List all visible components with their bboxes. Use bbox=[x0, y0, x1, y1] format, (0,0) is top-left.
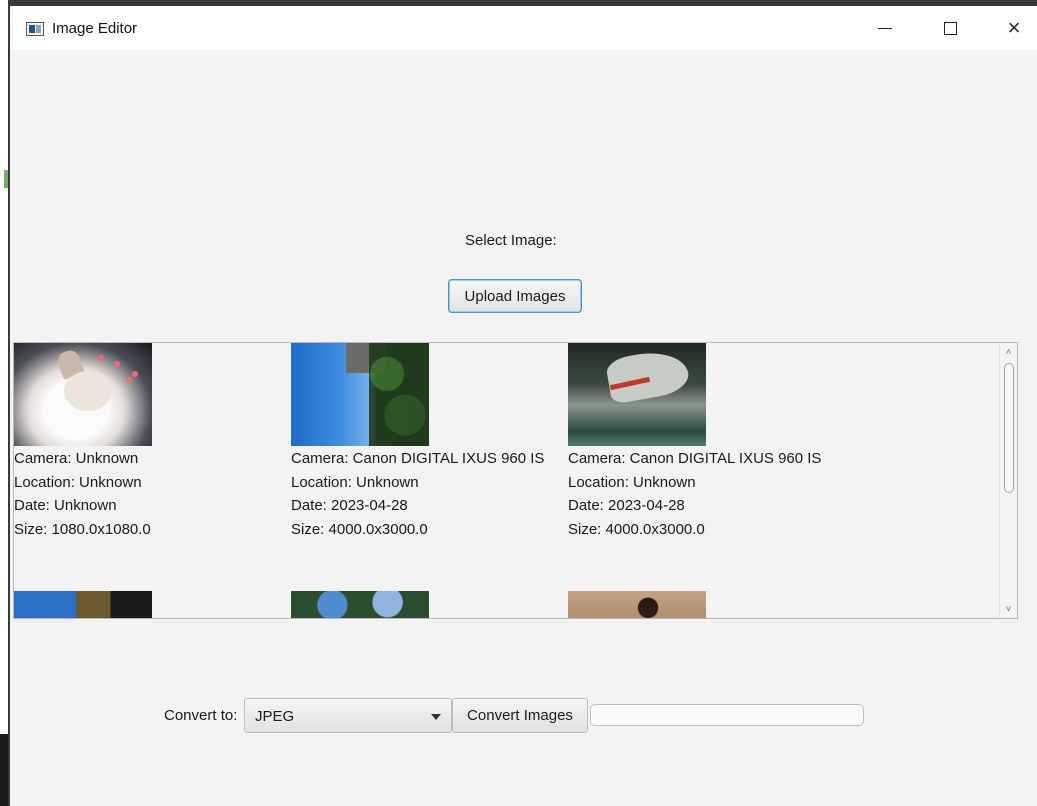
camera-text: Camera: Canon DIGITAL IXUS 960 IS bbox=[568, 450, 822, 467]
camera-text: Camera: Unknown bbox=[14, 450, 139, 467]
background-fragment bbox=[0, 734, 8, 806]
image-thumbnail-object[interactable] bbox=[568, 343, 706, 446]
minimize-icon bbox=[878, 27, 892, 29]
image-card[interactable]: Camera: Canon DIGITAL IXUS 960 IS Locati… bbox=[568, 343, 821, 541]
conversion-progress-bar bbox=[590, 704, 864, 726]
size-text: Size: 1080.0x1080.0 bbox=[14, 520, 151, 538]
app-icon bbox=[26, 22, 44, 36]
background-edge bbox=[0, 0, 10, 806]
image-metadata: Camera: Unknown Location: Unknown Date: … bbox=[14, 447, 152, 541]
upload-images-button[interactable]: Upload Images bbox=[448, 279, 582, 313]
dropdown-arrow-icon bbox=[431, 714, 441, 720]
format-dropdown[interactable]: JPEG bbox=[244, 698, 452, 733]
select-image-label: Select Image: bbox=[465, 232, 557, 249]
image-thumbnail-cat[interactable] bbox=[14, 343, 152, 446]
image-metadata: Camera: Canon DIGITAL IXUS 960 IS Locati… bbox=[291, 447, 544, 541]
window-title: Image Editor bbox=[52, 20, 138, 37]
convert-to-label: Convert to: bbox=[164, 707, 238, 724]
scrollbar-thumb[interactable] bbox=[1004, 363, 1014, 493]
image-gallery[interactable]: Camera: Unknown Location: Unknown Date: … bbox=[13, 342, 1018, 619]
maximize-button[interactable] bbox=[927, 6, 973, 50]
location-text: Location: Unknown bbox=[568, 473, 696, 491]
app-window: Image Editor × Select Image: Upload Imag… bbox=[10, 0, 1037, 806]
location-text: Location: Unknown bbox=[291, 473, 419, 491]
close-button[interactable]: × bbox=[991, 6, 1037, 50]
chevron-up-icon[interactable]: ˄ bbox=[1000, 343, 1017, 361]
camera-text: Camera: Canon DIGITAL IXUS 960 IS bbox=[291, 450, 545, 467]
image-card[interactable]: Camera: Unknown Location: Unknown Date: … bbox=[14, 343, 152, 541]
background-fragment bbox=[4, 170, 8, 188]
size-text: Size: 4000.0x3000.0 bbox=[291, 520, 428, 538]
format-selected-value: JPEG bbox=[255, 708, 295, 725]
convert-images-button[interactable]: Convert Images bbox=[452, 698, 588, 733]
location-text: Location: Unknown bbox=[14, 473, 142, 491]
image-thumbnail-partial[interactable] bbox=[14, 591, 152, 618]
date-text: Date: 2023-04-28 bbox=[568, 497, 685, 514]
size-text: Size: 4000.0x3000.0 bbox=[568, 520, 705, 538]
title-bar[interactable]: Image Editor × bbox=[10, 6, 1037, 50]
chevron-down-icon[interactable]: ˅ bbox=[1000, 600, 1017, 618]
image-thumbnail-sky[interactable] bbox=[291, 343, 429, 446]
maximize-icon bbox=[943, 21, 957, 35]
date-text: Date: Unknown bbox=[14, 497, 117, 514]
date-text: Date: 2023-04-28 bbox=[291, 497, 408, 514]
minimize-button[interactable] bbox=[862, 6, 908, 50]
image-thumbnail-partial[interactable] bbox=[568, 591, 706, 618]
vertical-scrollbar[interactable]: ˄ ˅ bbox=[999, 343, 1017, 618]
image-metadata: Camera: Canon DIGITAL IXUS 960 IS Locati… bbox=[568, 447, 821, 541]
image-card[interactable]: Camera: Canon DIGITAL IXUS 960 IS Locati… bbox=[291, 343, 544, 541]
close-icon: × bbox=[1007, 15, 1021, 40]
image-thumbnail-partial[interactable] bbox=[291, 591, 429, 618]
